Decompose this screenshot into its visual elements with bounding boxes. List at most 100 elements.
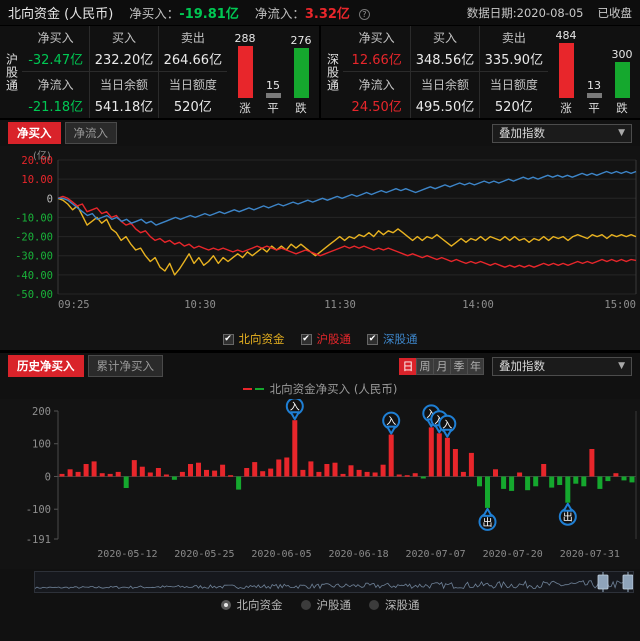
tab-history-net-buy[interactable]: 历史净买入 xyxy=(8,355,84,377)
overlay-index-select-chart2[interactable]: 叠加指数 ▼ xyxy=(492,356,632,376)
page-title: 北向资金 (人民币) xyxy=(8,7,114,22)
stat-value: 495.50亿 xyxy=(415,99,475,115)
svg-text:200: 200 xyxy=(32,406,51,418)
svg-text:2020-05-12: 2020-05-12 xyxy=(97,549,157,560)
svg-text:10:30: 10:30 xyxy=(184,299,216,311)
radio-shenzhen[interactable] xyxy=(369,600,379,610)
chart2-series-label: 北向资金净买入 (人民币) xyxy=(269,382,398,396)
svg-text:入: 入 xyxy=(442,420,452,431)
net-buy-summary: 净买入：-19.81亿 xyxy=(129,3,239,22)
intraday-line-chart[interactable]: (亿) 20.00 10.00 0 -10.00 -20.00 -30.00 -40.00-… xyxy=(0,146,640,328)
svg-text:2020-06-05: 2020-06-05 xyxy=(251,549,311,560)
updown-up-bar xyxy=(558,43,574,98)
svg-text:-100: -100 xyxy=(26,504,51,516)
updown-flat: 13 平 xyxy=(582,79,606,116)
history-bar-chart[interactable]: 2001000-100-191入入入入入出出2020-05-122020-05-… xyxy=(0,399,640,569)
updown-up-label: 涨 xyxy=(239,101,251,115)
svg-text:出: 出 xyxy=(483,516,493,529)
net-buy-label: 净买入： xyxy=(129,6,180,21)
chart1-controls: 净买入 净流入 叠加指数 ▼ xyxy=(0,120,640,146)
updown-down-label: 跌 xyxy=(295,101,307,115)
updown-flat-bar xyxy=(586,93,602,98)
checkbox-shanghai[interactable]: ✔ xyxy=(300,333,312,345)
panel-shenzhen-connect: 深股通 净买入 12.66亿 买入 348.56亿 卖出 335.90亿 净流入 24.… xyxy=(321,26,640,118)
period-selector: 日 周 月 季 年 xyxy=(399,357,484,375)
svg-text:2020-07-20: 2020-07-20 xyxy=(483,549,543,560)
question-circle-icon[interactable]: ? xyxy=(358,9,370,20)
updown-up: 484 涨 xyxy=(554,29,578,116)
updown-down-label: 跌 xyxy=(616,101,628,115)
overlay-index-select-chart1[interactable]: 叠加指数 ▼ xyxy=(492,123,632,143)
overlay-index-value: 叠加指数 xyxy=(499,126,545,140)
market-status-label: 已收盘 xyxy=(597,5,633,20)
stat-value: -21.18亿 xyxy=(28,99,84,115)
svg-text:入: 入 xyxy=(386,417,396,428)
stats-panels: 沪股通 净买入 -32.47亿 买入 232.20亿 卖出 264.66亿 净流入 -2… xyxy=(0,26,640,120)
svg-text:2020-07-31: 2020-07-31 xyxy=(560,549,620,560)
stat-cell: 净买入 12.66亿 xyxy=(343,26,412,72)
radio-item-shenzhen[interactable]: 深股通 xyxy=(369,597,420,613)
stat-value: 264.66亿 xyxy=(163,53,223,68)
tab-net-buy[interactable]: 净买入 xyxy=(8,122,61,144)
svg-text:出: 出 xyxy=(563,511,573,524)
legend-label-northbound: 北向资金 xyxy=(238,332,285,346)
period-day[interactable]: 日 xyxy=(399,357,416,375)
updown-flat: 15 平 xyxy=(261,79,285,116)
net-inflow-summary: 净流入：3.32亿 ? xyxy=(255,3,370,22)
tab-cumulative-net-buy[interactable]: 累计净买入 xyxy=(87,355,163,377)
stat-cell: 买入 348.56亿 xyxy=(411,26,480,72)
panel-shanghai-grid: 净买入 -32.47亿 买入 232.20亿 卖出 264.66亿 净流入 -21.18… xyxy=(22,26,227,118)
panel-shanghai-title: 沪股通 xyxy=(0,26,22,118)
chart2-controls: 历史净买入 累计净买入 日 周 月 季 年 叠加指数 ▼ xyxy=(0,353,640,379)
svg-text:2020-05-25: 2020-05-25 xyxy=(174,549,234,560)
svg-text:11:30: 11:30 xyxy=(324,299,356,311)
radio-item-shanghai[interactable]: 沪股通 xyxy=(300,597,351,613)
svg-text:14:00: 14:00 xyxy=(462,299,494,311)
stat-value: 348.56亿 xyxy=(415,53,475,68)
panel-shenzhen-title: 深股通 xyxy=(321,26,343,118)
updown-up-bar xyxy=(237,46,253,98)
panel-shanghai-label: 沪股通 xyxy=(4,52,19,92)
updown-flat-count: 15 xyxy=(266,79,280,92)
panel-shenzhen-label: 深股通 xyxy=(325,52,340,92)
radio-shanghai[interactable] xyxy=(300,600,311,610)
chart2-svg: 2001000-100-191入入入入入出出2020-05-122020-05-… xyxy=(26,399,637,560)
stat-cell: 当日余额 495.50亿 xyxy=(411,72,480,118)
stat-value: 24.50亿 xyxy=(351,99,402,115)
updown-flat-bar xyxy=(265,93,281,98)
period-week[interactable]: 周 xyxy=(416,357,433,375)
period-month[interactable]: 月 xyxy=(433,357,450,375)
legend-label-shenzhen: 深股通 xyxy=(383,332,418,346)
top-header-bar: 北向资金 (人民币) 净买入：-19.81亿 净流入：3.32亿 ? 数据日期:… xyxy=(0,0,640,26)
radio-item-northbound[interactable]: 北向资金 xyxy=(220,597,283,613)
stat-cell: 卖出 264.66亿 xyxy=(158,26,227,72)
stat-key: 当日余额 xyxy=(420,77,469,92)
chart1-legend: ✔ 北向资金 ✔ 沪股通 ✔ 深股通 xyxy=(0,328,640,350)
legend-item-northbound[interactable]: ✔ 北向资金 xyxy=(222,331,285,347)
net-inflow-label: 净流入： xyxy=(254,6,305,21)
svg-text:0: 0 xyxy=(45,471,51,483)
chart2-range-scrollbar[interactable] xyxy=(34,571,634,593)
radio-label-shenzhen: 深股通 xyxy=(385,598,420,612)
checkbox-northbound[interactable]: ✔ xyxy=(222,333,234,345)
period-year[interactable]: 年 xyxy=(467,357,484,375)
svg-text:100: 100 xyxy=(32,439,51,451)
updown-up-count: 288 xyxy=(234,32,256,45)
period-quarter[interactable]: 季 xyxy=(450,357,467,375)
radio-northbound[interactable] xyxy=(220,600,231,610)
updown-down-bar xyxy=(614,62,630,98)
updown-down: 276 跌 xyxy=(289,34,313,116)
legend-item-shenzhen[interactable]: ✔ 深股通 xyxy=(367,331,418,347)
updown-mini-chart-shenzhen: 484 涨 13 平 300 跌 xyxy=(548,26,640,118)
updown-down-count: 300 xyxy=(611,48,633,61)
updown-down-bar xyxy=(293,48,309,98)
checkbox-shenzhen[interactable]: ✔ xyxy=(367,333,378,345)
tab-net-inflow[interactable]: 净流入 xyxy=(64,122,117,144)
stat-cell: 净买入 -32.47亿 xyxy=(22,26,91,72)
data-date-label: 数据日期:2020-08-05 xyxy=(466,5,584,20)
updown-up-count: 484 xyxy=(555,29,577,42)
svg-text:2020-07-07: 2020-07-07 xyxy=(405,549,465,560)
stat-cell: 卖出 335.90亿 xyxy=(479,26,548,72)
legend-item-shanghai[interactable]: ✔ 沪股通 xyxy=(300,331,351,347)
minimap-svg xyxy=(35,572,633,592)
